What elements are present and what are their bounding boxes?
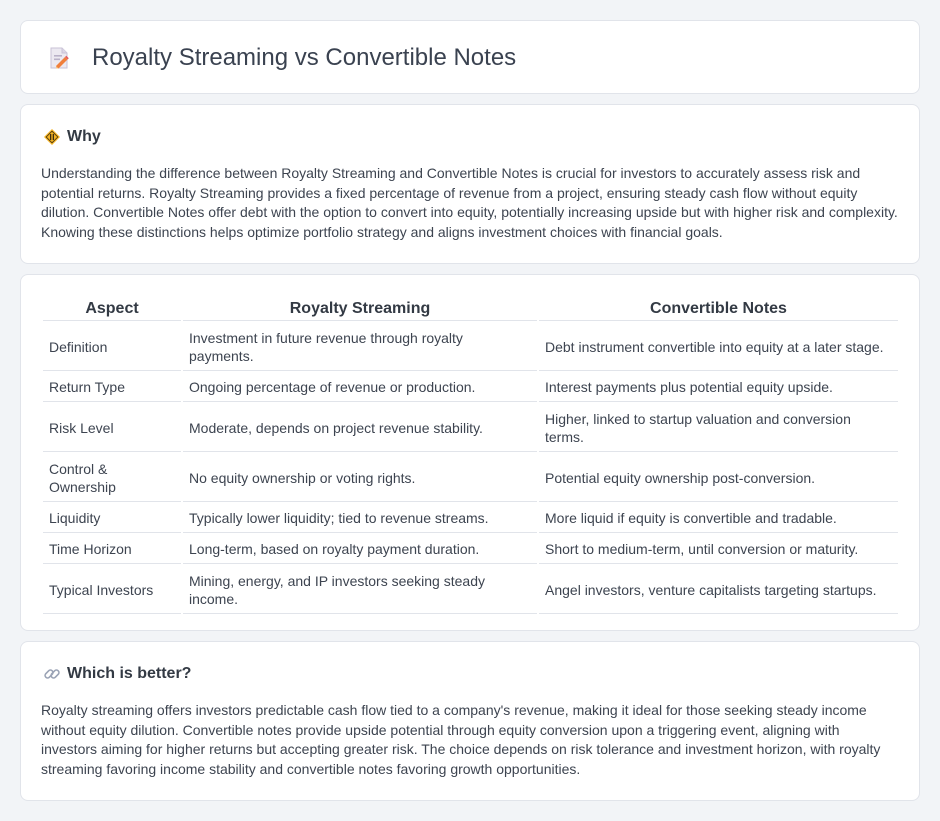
convertible-cell: Debt instrument convertible into equity … bbox=[539, 323, 898, 371]
aspect-cell: Time Horizon bbox=[43, 535, 181, 564]
header-card: Royalty Streaming vs Convertible Notes bbox=[20, 20, 920, 94]
aspect-cell: Control & Ownership bbox=[43, 454, 181, 502]
which-is-better-section: Which is better? Royalty streaming offer… bbox=[20, 641, 920, 801]
royalty-cell: Long-term, based on royalty payment dura… bbox=[183, 535, 537, 564]
royalty-cell: Investment in future revenue through roy… bbox=[183, 323, 537, 371]
diamond-sign-icon bbox=[43, 128, 61, 146]
header-convertible-notes: Convertible Notes bbox=[539, 297, 898, 321]
convertible-cell: Higher, linked to startup valuation and … bbox=[539, 404, 898, 452]
why-heading: Why bbox=[43, 126, 101, 148]
aspect-cell: Risk Level bbox=[43, 404, 181, 452]
table-row: Return Type Ongoing percentage of revenu… bbox=[43, 373, 898, 402]
royalty-cell: No equity ownership or voting rights. bbox=[183, 454, 537, 502]
convertible-cell: Potential equity ownership post-conversi… bbox=[539, 454, 898, 502]
header-aspect: Aspect bbox=[43, 297, 181, 321]
page-title: Royalty Streaming vs Convertible Notes bbox=[92, 44, 517, 71]
why-section: Why Understanding the difference between… bbox=[20, 104, 920, 264]
why-title: Why bbox=[67, 128, 101, 145]
why-text: Understanding the difference between Roy… bbox=[41, 165, 898, 240]
convertible-cell: Angel investors, venture capitalists tar… bbox=[539, 566, 898, 614]
table-row: Definition Investment in future revenue … bbox=[43, 323, 898, 371]
table-row: Typical Investors Mining, energy, and IP… bbox=[43, 566, 898, 614]
royalty-cell: Mining, energy, and IP investors seeking… bbox=[183, 566, 537, 614]
better-title: Which is better? bbox=[67, 665, 192, 682]
aspect-cell: Typical Investors bbox=[43, 566, 181, 614]
better-text: Royalty streaming offers investors predi… bbox=[41, 702, 881, 777]
aspect-cell: Return Type bbox=[43, 373, 181, 402]
convertible-cell: More liquid if equity is convertible and… bbox=[539, 504, 898, 533]
royalty-cell: Moderate, depends on project revenue sta… bbox=[183, 404, 537, 452]
convertible-cell: Short to medium-term, until conversion o… bbox=[539, 535, 898, 564]
table-row: Control & Ownership No equity ownership … bbox=[43, 454, 898, 502]
table-row: Liquidity Typically lower liquidity; tie… bbox=[43, 504, 898, 533]
better-heading: Which is better? bbox=[43, 663, 191, 685]
table-header-row: Aspect Royalty Streaming Convertible Not… bbox=[43, 297, 898, 321]
link-icon bbox=[43, 665, 61, 683]
aspect-cell: Definition bbox=[43, 323, 181, 371]
comparison-section: Aspect Royalty Streaming Convertible Not… bbox=[20, 274, 920, 631]
document-pencil-icon bbox=[47, 46, 71, 70]
table-row: Risk Level Moderate, depends on project … bbox=[43, 404, 898, 452]
aspect-cell: Liquidity bbox=[43, 504, 181, 533]
royalty-cell: Typically lower liquidity; tied to reven… bbox=[183, 504, 537, 533]
table-row: Time Horizon Long-term, based on royalty… bbox=[43, 535, 898, 564]
convertible-cell: Interest payments plus potential equity … bbox=[539, 373, 898, 402]
comparison-table: Aspect Royalty Streaming Convertible Not… bbox=[41, 295, 900, 616]
royalty-cell: Ongoing percentage of revenue or product… bbox=[183, 373, 537, 402]
header-royalty-streaming: Royalty Streaming bbox=[183, 297, 537, 321]
